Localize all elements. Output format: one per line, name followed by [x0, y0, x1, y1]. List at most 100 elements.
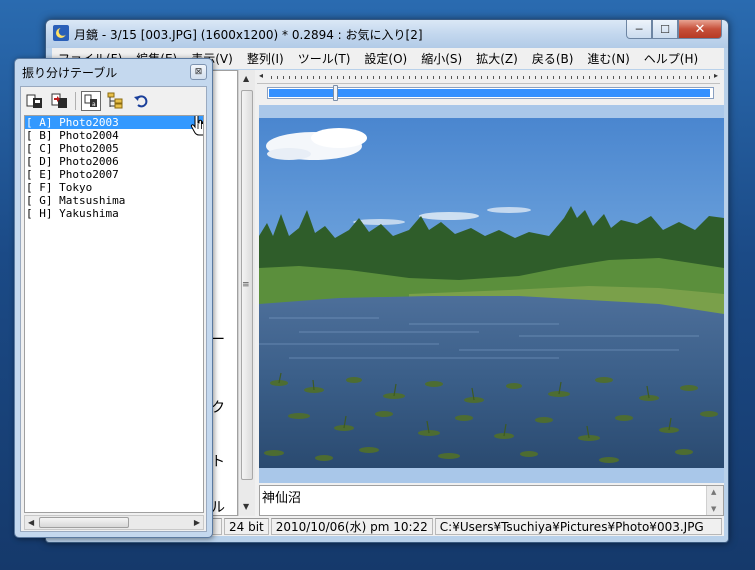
photo-lake-landscape[interactable] [259, 118, 724, 468]
ruler-tick [625, 76, 626, 79]
ruler-tick [283, 76, 284, 79]
scroll-right-arrow-icon[interactable]: ▶ [194, 518, 200, 527]
ruler-tick [517, 76, 518, 79]
pane-vertical-scrollbar[interactable]: ▲ ≡ ▼ [238, 70, 255, 516]
menu-sort[interactable]: 整列(I) [247, 50, 284, 67]
pane-text-fragment: ル [211, 500, 225, 516]
hscroll-thumb[interactable] [39, 517, 129, 528]
caption-textbox[interactable]: 神仙沼 ▲ ▼ [259, 485, 724, 516]
minimize-button[interactable]: ─ [626, 20, 652, 39]
copy-to-folder-icon[interactable] [25, 91, 45, 111]
menu-back[interactable]: 戻る(B) [532, 50, 574, 67]
ruler-tick [493, 76, 494, 79]
ruler-tick [679, 76, 680, 79]
ruler-tick [565, 76, 566, 79]
ruler-tick [319, 76, 320, 79]
status-datetime: 2010/10/06(水) pm 10:22 [270, 518, 433, 535]
sort-destination-list[interactable]: [ A] Photo2003 [ B] Photo2004 [ C] Photo… [24, 115, 204, 513]
scroll-up-arrow-icon[interactable]: ▲ [243, 74, 249, 83]
list-item[interactable]: [ B] Photo2004 [25, 129, 203, 142]
ruler-tick [559, 76, 560, 79]
scroll-down-arrow-icon[interactable]: ▼ [243, 502, 249, 511]
list-item[interactable]: [ E] Photo2007 [25, 168, 203, 181]
toolbar-separator [75, 92, 76, 110]
ruler-tick [697, 76, 698, 79]
close-button[interactable]: ✕ [678, 20, 722, 39]
ruler-tick [685, 76, 686, 79]
ruler-tick [421, 76, 422, 79]
ruler-tick [547, 76, 548, 79]
ruler-tick [451, 76, 452, 79]
svg-text:a: a [92, 101, 96, 108]
ruler-tick [427, 76, 428, 79]
ruler-tick [331, 76, 332, 79]
ruler-tick [433, 76, 434, 79]
ruler-tick [409, 76, 410, 79]
list-item[interactable]: [ H] Yakushima [25, 207, 203, 220]
progress-marker[interactable] [333, 85, 338, 101]
palette-toolbar: a [21, 87, 206, 115]
folder-tree-icon[interactable] [106, 91, 126, 111]
move-to-folder-icon[interactable] [50, 91, 70, 111]
menu-zoom-out[interactable]: 縮小(S) [421, 50, 462, 67]
window-controls: ─ ☐ ✕ [626, 20, 722, 39]
ruler-tick [385, 76, 386, 79]
ruler-tick [703, 76, 704, 79]
menu-tools[interactable]: ツール(T) [298, 50, 351, 67]
palette-close-button[interactable]: ⊠ [190, 64, 207, 80]
title-bar[interactable]: 月鏡 - 3/15 [003.JPG] (1600x1200) * 0.2894… [46, 20, 728, 48]
caption-scrollbar[interactable]: ▲ ▼ [706, 486, 723, 515]
ruler-tick [709, 76, 710, 79]
maximize-button[interactable]: ☐ [652, 20, 678, 39]
ruler-tick [271, 76, 272, 79]
list-horizontal-scrollbar[interactable]: ◀ ▶ [24, 515, 204, 530]
ruler-tick [601, 76, 602, 79]
palette-title[interactable]: 振り分けテーブル [22, 64, 117, 81]
scroll-left-arrow-icon[interactable]: ◀ [28, 518, 34, 527]
ruler-tick [325, 76, 326, 79]
list-item[interactable]: [ G] Matsushima [25, 194, 203, 207]
zoom-progress-bar[interactable] [267, 85, 714, 101]
list-item[interactable]: [ D] Photo2006 [25, 155, 203, 168]
ruler-tick [511, 76, 512, 79]
ruler-tick [415, 76, 416, 79]
undo-icon[interactable] [131, 91, 151, 111]
menu-zoom-in[interactable]: 拡大(Z) [476, 50, 518, 67]
pane-text-fragment: ト [211, 454, 225, 470]
pane-text-fragment: ー [211, 332, 225, 348]
ruler-tick [355, 76, 356, 79]
list-item[interactable]: [ A] Photo2003 [25, 116, 203, 129]
list-item[interactable]: [ C] Photo2005 [25, 142, 203, 155]
ruler-tick [535, 76, 536, 79]
ruler-tick [481, 76, 482, 79]
caption-scroll-up-icon[interactable]: ▲ [711, 488, 716, 496]
list-item[interactable]: [ F] Tokyo [25, 181, 203, 194]
caption-text[interactable]: 神仙沼 [262, 487, 301, 506]
ruler-tick [301, 76, 302, 79]
ruler-tick [691, 76, 692, 79]
ruler-tick [463, 76, 464, 79]
ruler-tick [667, 76, 668, 79]
ruler-tick [349, 76, 350, 79]
ruler-tick [457, 76, 458, 79]
ruler-tick [577, 76, 578, 79]
menu-help[interactable]: ヘルプ(H) [644, 50, 698, 67]
ruler-tick [661, 76, 662, 79]
ruler-tick [619, 76, 620, 79]
ruler-tick [313, 76, 314, 79]
ruler-tick [439, 76, 440, 79]
ruler-tick [475, 76, 476, 79]
menu-forward[interactable]: 進む(N) [587, 50, 629, 67]
ruler-tick [589, 76, 590, 79]
rename-icon[interactable]: a [81, 91, 101, 111]
menu-settings[interactable]: 設定(O) [364, 50, 407, 67]
ruler-tick [655, 76, 656, 79]
ruler: ◂ ▸ [257, 70, 720, 84]
image-frame [259, 105, 724, 483]
ruler-tick [637, 76, 638, 79]
caption-scroll-down-icon[interactable]: ▼ [711, 505, 716, 513]
ruler-tick [307, 76, 308, 79]
sort-table-palette: 振り分けテーブル ⊠ a [A] Photo2003 [B] Photo20… [14, 58, 213, 538]
ruler-tick [553, 76, 554, 79]
ruler-tick [631, 76, 632, 79]
